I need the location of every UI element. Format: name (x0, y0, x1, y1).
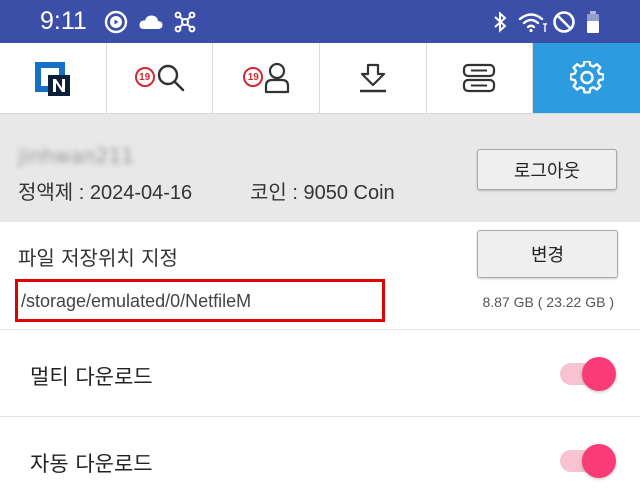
download-icon (359, 63, 386, 93)
tab-home[interactable] (0, 43, 107, 113)
bluetooth-icon (494, 11, 507, 33)
wifi-icon (518, 13, 547, 33)
gear-icon (569, 61, 604, 94)
multi-download-label: 멀티 다운로드 (30, 365, 153, 389)
tab-download[interactable] (320, 43, 427, 113)
change-storage-button[interactable]: 변경 (477, 230, 618, 278)
network-hub-icon (174, 11, 196, 33)
age-19-badge: 19 (243, 67, 264, 87)
status-time: 9:11 (40, 7, 87, 35)
username: jinhwan211 (18, 144, 134, 168)
status-bar: 9:11 (0, 0, 640, 43)
tab-search[interactable]: 19 (107, 43, 214, 113)
storage-path: /storage/emulated/0/NetfileM (21, 291, 252, 311)
storage-location-title: 파일 저장위치 지정 (18, 246, 178, 270)
auto-download-row: 자동 다운로드 (0, 418, 640, 503)
media-playing-icon (104, 10, 128, 34)
search-icon (158, 64, 185, 92)
tab-storage[interactable] (427, 43, 534, 113)
storage-size: 8.87 GB ( 23.22 GB ) (482, 294, 614, 310)
cloud-icon (139, 15, 163, 29)
coin-balance: 코인 : 9050 Coin (250, 182, 395, 204)
battery-icon (587, 11, 599, 33)
netfile-logo-icon (34, 62, 70, 96)
tab-bar: 19 19 (0, 43, 640, 114)
plan-expiry: 정액제 : 2024-04-16 (18, 182, 193, 204)
tab-settings[interactable] (533, 43, 640, 113)
multi-download-row: 멀티 다운로드 (0, 331, 640, 417)
toggle-thumb[interactable] (582, 357, 616, 391)
auto-download-label: 자동 다운로드 (30, 452, 153, 476)
do-not-disturb-icon (553, 11, 575, 33)
person-icon (265, 62, 290, 94)
age-19-badge: 19 (134, 67, 155, 87)
logout-button[interactable]: 로그아웃 (477, 149, 617, 190)
toggle-thumb[interactable] (582, 444, 616, 478)
tab-account[interactable]: 19 (213, 43, 320, 113)
storage-section: 파일 저장위치 지정 변경 /storage/emulated/0/Netfil… (0, 222, 640, 330)
server-icon (463, 63, 496, 93)
account-section: jinhwan211 정액제 : 2024-04-16 코인 : 9050 Co… (0, 114, 640, 222)
storage-path-highlight: /storage/emulated/0/NetfileM (15, 279, 385, 322)
